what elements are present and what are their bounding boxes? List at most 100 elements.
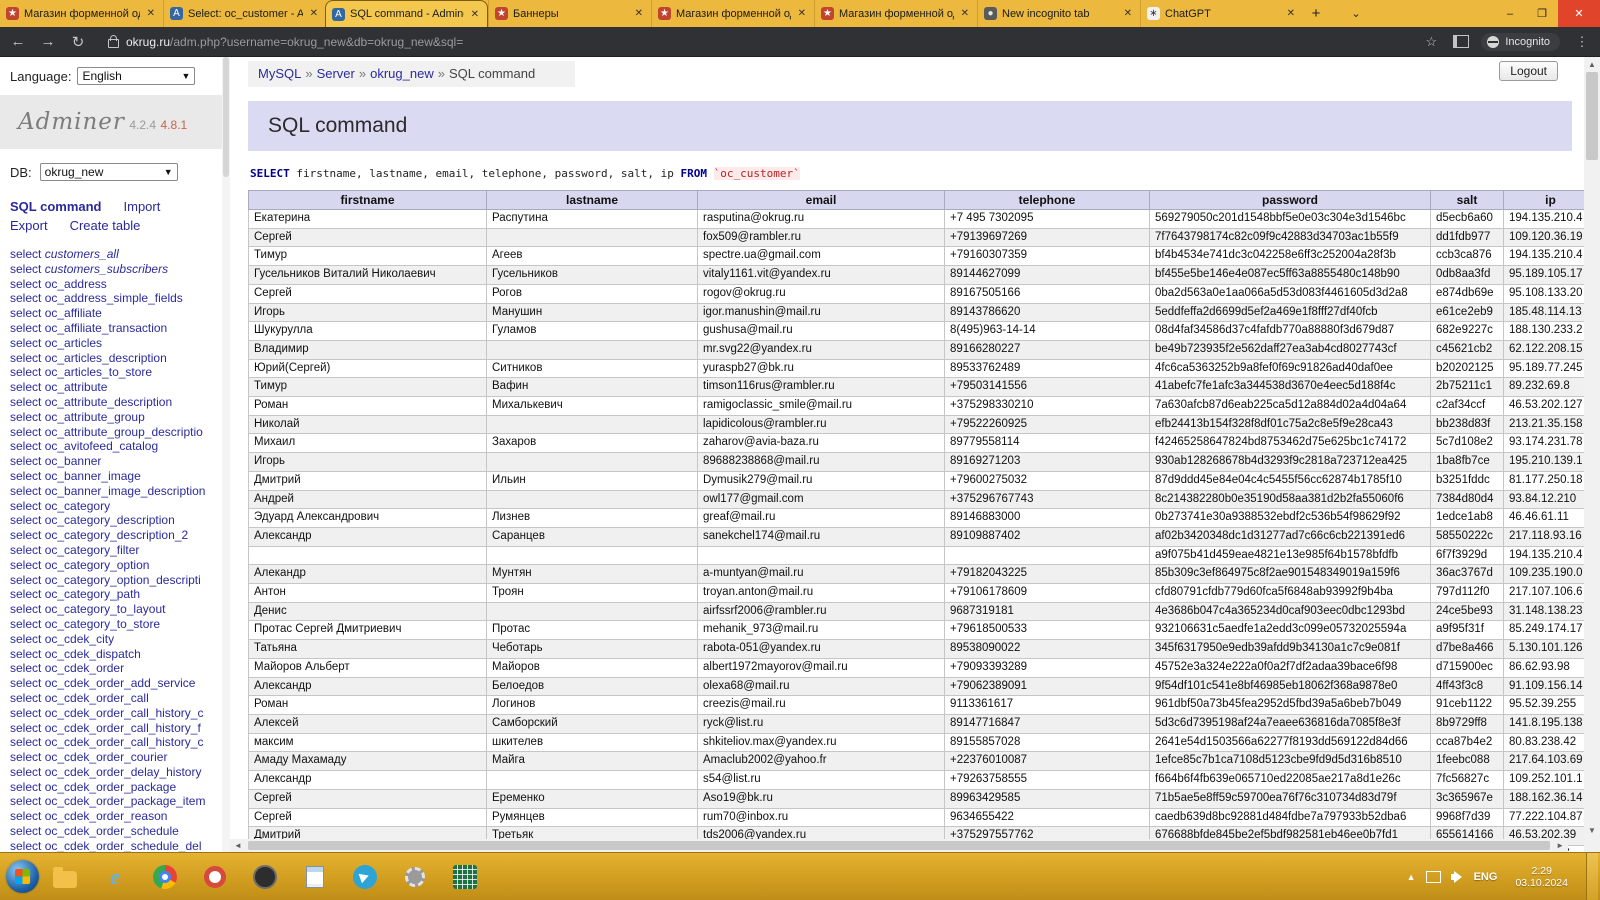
select-link[interactable]: select [10,794,41,808]
select-link[interactable]: select [10,824,41,838]
settings-icon[interactable] [397,859,433,895]
select-link[interactable]: select [10,439,41,453]
nav-link-create-table[interactable]: Create table [70,216,141,235]
tab-search-chevron-icon[interactable]: ⌄ [1343,0,1369,27]
telegram-icon[interactable] [347,859,383,895]
browser-tab[interactable]: ★Магазин форменной оде✕ [814,0,977,27]
logout-button[interactable]: Logout [1499,61,1558,81]
db-select[interactable]: okrug_new▼ [40,163,178,181]
select-link[interactable]: select [10,454,41,468]
scroll-up-icon[interactable]: ▲ [1588,57,1596,72]
address-bar[interactable]: okrug.ru/adm.php?username=okrug_new&db=o… [98,35,1411,49]
table-name-link[interactable]: oc_category_option [45,558,150,572]
select-link[interactable]: select [10,247,41,261]
opera-icon[interactable] [197,859,233,895]
vertical-scrollbar[interactable]: ▲ ▼ [1584,57,1600,852]
breadcrumb-link[interactable]: okrug_new [370,66,434,81]
select-link[interactable]: select [10,617,41,631]
select-link[interactable]: select [10,587,41,601]
select-link[interactable]: select [10,425,41,439]
select-link[interactable]: select [10,839,41,852]
table-name-link[interactable]: oc_cdek_order_reason [45,809,168,823]
browser-tab[interactable]: ASelect: oc_customer - Adm✕ [163,0,326,27]
restore-button[interactable]: ❐ [1526,0,1558,27]
select-link[interactable]: select [10,735,41,749]
scroll-left-icon[interactable]: ◄ [230,841,246,850]
new-tab-button[interactable]: + [1303,0,1329,27]
spreadsheet-icon[interactable] [447,859,483,895]
table-name-link[interactable]: oc_attribute [45,380,108,394]
start-button[interactable] [6,860,39,893]
tab-close-icon[interactable]: ✕ [145,8,157,19]
scroll-down-icon[interactable]: ▼ [1588,823,1596,838]
tab-close-icon[interactable]: ✕ [308,8,320,19]
table-name-link[interactable]: oc_avitofeed_catalog [45,439,158,453]
select-link[interactable]: select [10,676,41,690]
select-link[interactable]: select [10,558,41,572]
table-name-link[interactable]: oc_attribute_group [45,410,145,424]
table-name-link[interactable]: oc_articles [45,336,102,350]
table-name-link[interactable]: oc_cdek_order_delay_history [45,765,202,779]
table-name-link[interactable]: oc_affiliate [45,306,102,320]
table-name-link[interactable]: oc_attribute_group_descriptio [45,425,203,439]
browser-tab[interactable]: ★Магазин форменной оде✕ [651,0,814,27]
table-name-link[interactable]: oc_articles_description [45,351,167,365]
nav-link-import[interactable]: Import [124,197,161,216]
column-header-ip[interactable]: ip [1504,191,1585,210]
table-name-link[interactable]: oc_cdek_order_call_history_f [45,721,201,735]
table-name-link[interactable]: oc_cdek_order [45,661,124,675]
table-name-link[interactable]: customers_all [45,247,119,261]
tab-close-icon[interactable]: ✕ [959,8,971,19]
table-name-link[interactable]: oc_attribute_description [45,395,172,409]
explorer-icon[interactable] [47,859,83,895]
table-name-link[interactable]: oc_banner_image [45,469,141,483]
table-name-link[interactable]: oc_articles_to_store [45,365,152,379]
tab-close-icon[interactable]: ✕ [469,9,481,20]
select-link[interactable]: select [10,809,41,823]
browser-icon[interactable] [247,859,283,895]
select-link[interactable]: select [10,365,41,379]
select-link[interactable]: select [10,484,41,498]
adminer-new-version-link[interactable]: 4.8.1 [161,118,188,132]
select-link[interactable]: select [10,513,41,527]
select-link[interactable]: select [10,632,41,646]
column-header-salt[interactable]: salt [1431,191,1504,210]
table-name-link[interactable]: oc_cdek_order_schedule_del [45,839,202,852]
select-link[interactable]: select [10,602,41,616]
column-header-password[interactable]: password [1150,191,1431,210]
breadcrumb-link[interactable]: Server [317,66,355,81]
browser-tab[interactable]: ●New incognito tab✕ [977,0,1140,27]
table-name-link[interactable]: oc_cdek_city [45,632,114,646]
language-select[interactable]: English▼ [77,67,195,85]
select-link[interactable]: select [10,306,41,320]
table-name-link[interactable]: oc_cdek_order_call_history_c [45,706,204,720]
reload-icon[interactable]: ↻ [68,33,88,51]
chrome-icon[interactable] [147,859,183,895]
select-link[interactable]: select [10,706,41,720]
select-link[interactable]: select [10,573,41,587]
select-link[interactable]: select [10,262,41,276]
scroll-right-icon[interactable]: ► [1552,841,1568,850]
select-link[interactable]: select [10,321,41,335]
side-panel-icon[interactable] [1453,35,1469,48]
select-link[interactable]: select [10,528,41,542]
table-name-link[interactable]: oc_cdek_dispatch [45,647,141,661]
tab-close-icon[interactable]: ✕ [1122,8,1134,19]
select-link[interactable]: select [10,469,41,483]
internet-explorer-icon[interactable]: e [97,859,133,895]
notepad-icon[interactable] [297,859,333,895]
browser-tab[interactable]: ★Магазин форменной оде✕ [0,0,163,27]
back-icon[interactable]: ← [8,33,28,50]
sidebar-scrollbar[interactable] [222,57,230,852]
table-name-link[interactable]: oc_banner [45,454,102,468]
tab-close-icon[interactable]: ✕ [796,8,808,19]
select-link[interactable]: select [10,351,41,365]
table-name-link[interactable]: oc_category_path [45,587,140,601]
select-link[interactable]: select [10,543,41,557]
tab-close-icon[interactable]: ✕ [1285,8,1297,19]
horizontal-scrollbar[interactable]: ◄ ► [230,839,1568,852]
select-link[interactable]: select [10,721,41,735]
nav-link-sql-command[interactable]: SQL command [10,197,102,216]
select-link[interactable]: select [10,765,41,779]
table-name-link[interactable]: oc_banner_image_description [45,484,206,498]
